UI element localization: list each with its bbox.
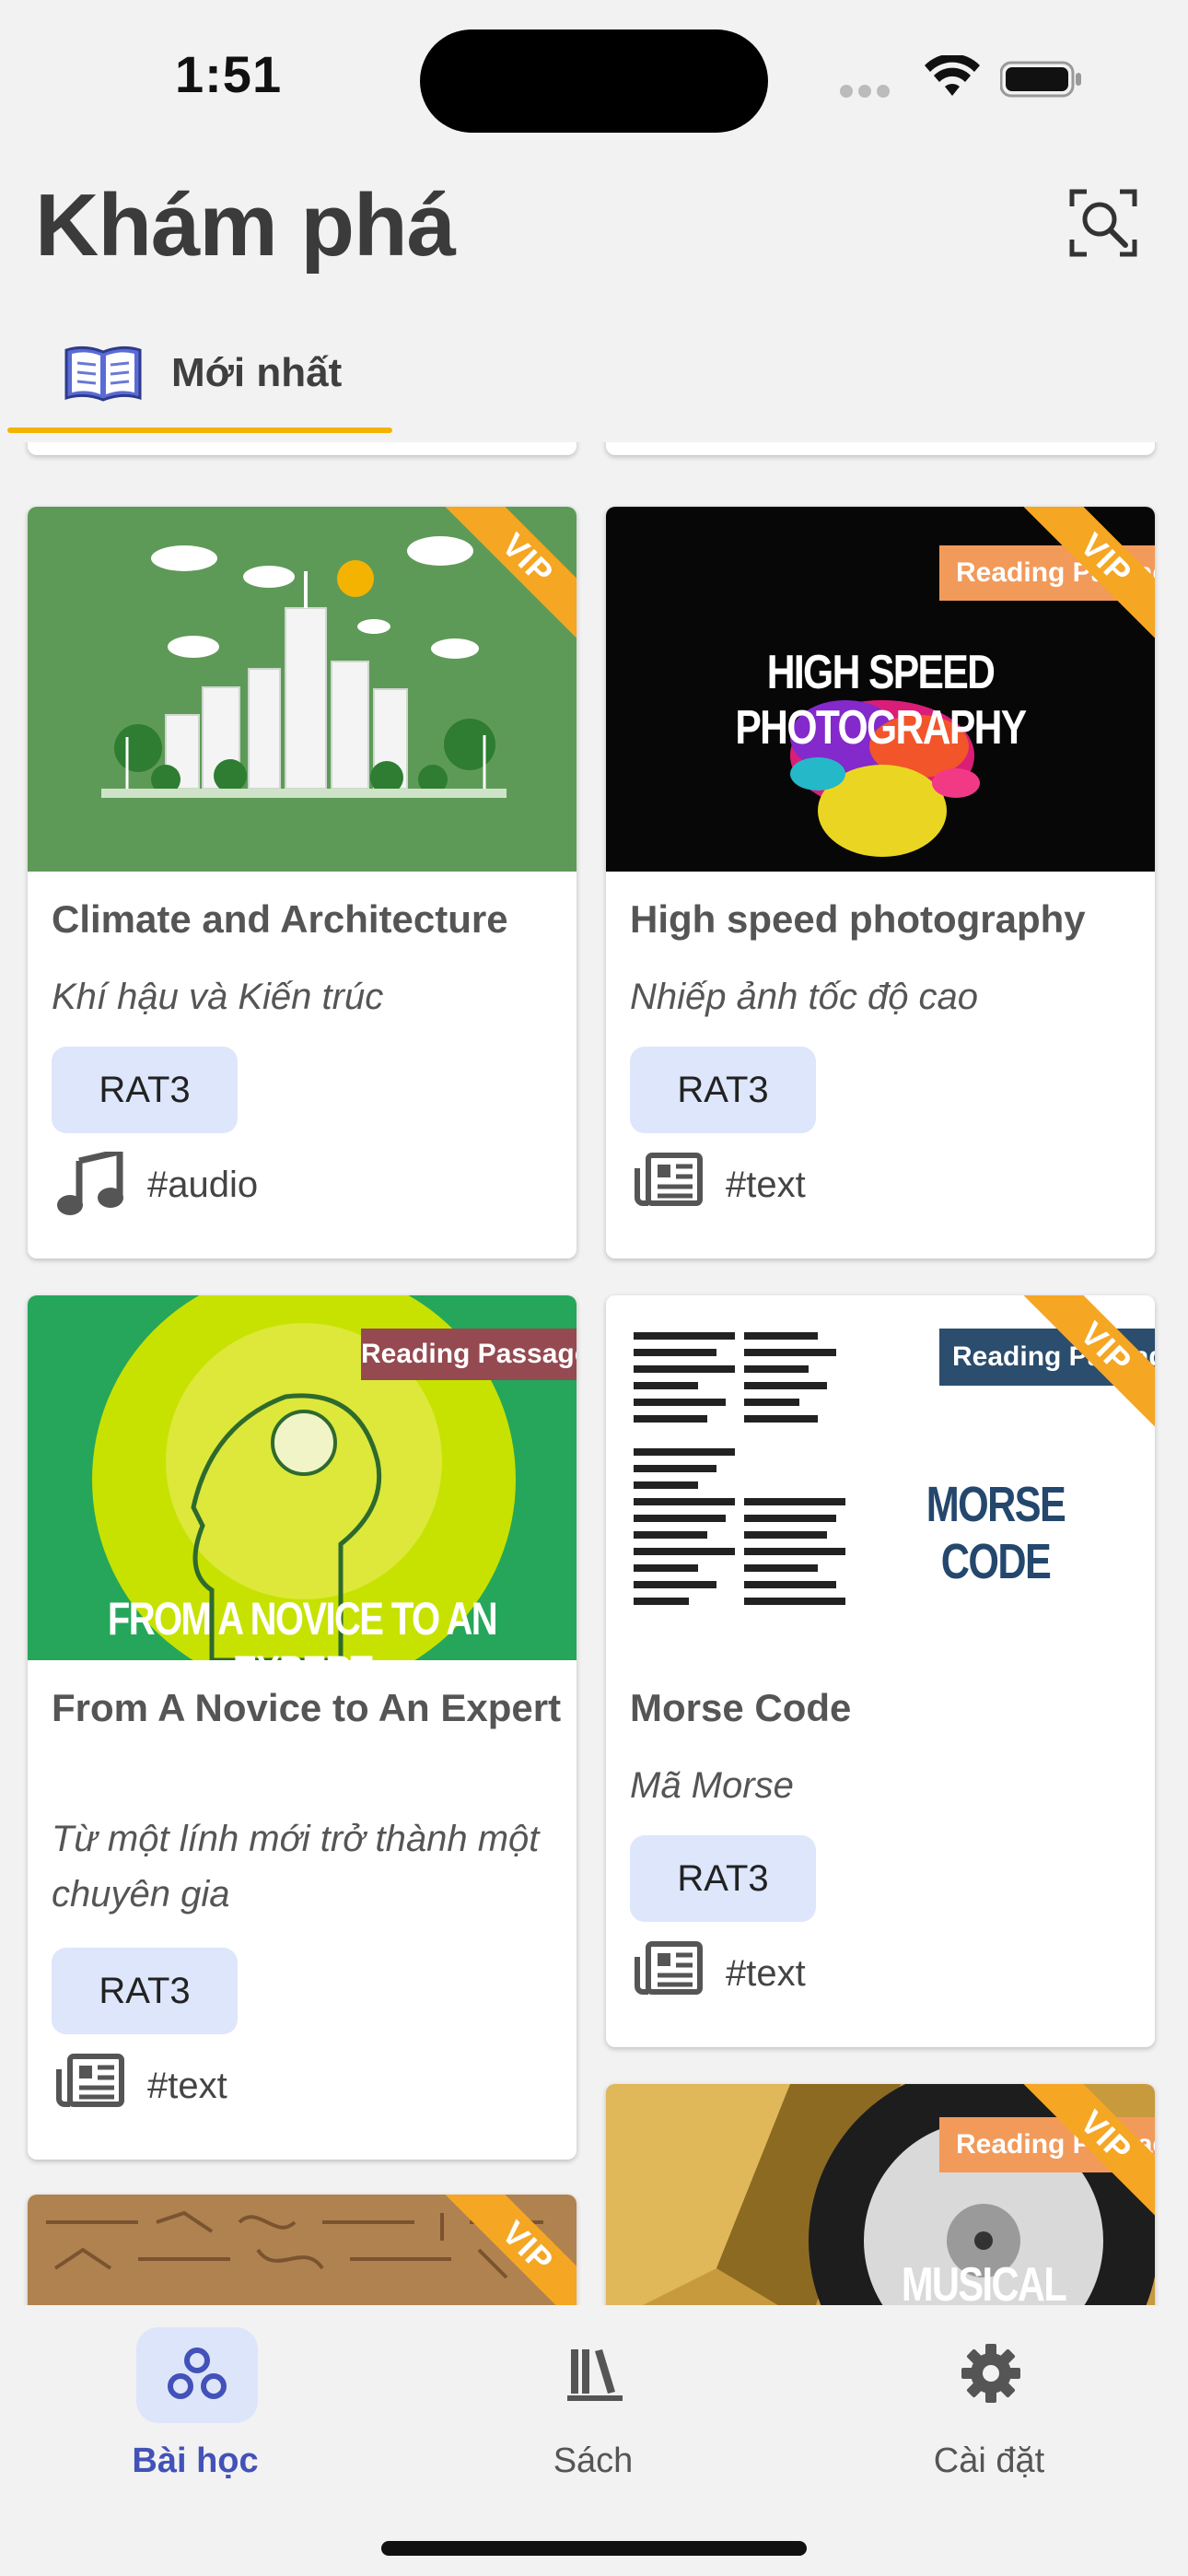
tab-active-indicator [7,427,392,433]
lesson-thumbnail: Reading Passag MORSE CODE VIP [606,1295,1155,1660]
lesson-type: #text [147,2066,227,2106]
level-badge: RAT3 [630,1835,816,1922]
nav-books[interactable]: Sách [455,2325,731,2491]
nav-label: Sách [553,2441,634,2480]
vip-ribbon: VIP [438,507,577,645]
lesson-subtitle: Nhiếp ảnh tốc độ cao [630,977,979,1017]
vip-ribbon: VIP [1017,1295,1155,1434]
newspaper-icon [635,1153,703,1206]
lesson-thumbnail: Reading Passag HIGH SPEED PHOTOGRAPHY VI… [606,507,1155,872]
thumbnail-heading: HIGH SPEED PHOTOGRAPHY [735,646,1027,755]
cellular-signal-icon [840,85,908,98]
page-title: Khám phá [35,176,456,275]
lesson-title: Morse Code [630,1686,852,1729]
bottom-navigation: Bài học Sách Cài đặt [0,2305,1188,2576]
lesson-thumbnail: VIP [28,2195,577,2305]
lesson-card[interactable]: Reading Passag MUSICAL VIP [606,2084,1155,2305]
wifi-icon [925,55,980,96]
nav-lessons[interactable]: Bài học [57,2325,333,2491]
lesson-subtitle: Khí hậu và Kiến trúc [52,977,384,1017]
lesson-card[interactable]: VIP Climate and Architecture Khí hậu và … [28,507,577,1259]
lesson-card[interactable]: Reading Passag HIGH SPEED PHOTOGRAPHY VI… [606,507,1155,1259]
tab-label: Mới nhất [171,350,343,395]
level-badge: RAT3 [630,1047,816,1133]
battery-icon [1000,61,1081,98]
thumbnail-heading: MUSICAL [901,2258,1067,2305]
lesson-card-partial[interactable] [606,442,1155,455]
vip-ribbon: VIP [1017,2084,1155,2222]
nav-label: Cài đặt [933,2441,1045,2480]
home-indicator [381,2541,807,2556]
vip-ribbon: VIP [1017,507,1155,645]
level-badge: RAT3 [52,1047,238,1133]
lesson-card[interactable]: Reading Passage 2 FROM A NOVICE TO AN EX… [28,1295,577,2160]
lesson-thumbnail: Reading Passage 2 FROM A NOVICE TO AN EX… [28,1295,577,1660]
lesson-type: #audio [147,1165,259,1205]
lesson-card[interactable]: VIP [28,2195,577,2305]
lessons-grid[interactable]: VIP Climate and Architecture Khí hậu và … [0,442,1188,2305]
lesson-title: From A Novice to An Expert [52,1686,562,1729]
lessons-icon [168,2348,227,2399]
lesson-type: #text [726,1165,806,1205]
lesson-thumbnail: VIP [28,507,577,872]
newspaper-icon [56,2054,124,2107]
passage-banner: Reading Passage 2 [361,1329,577,1380]
search-scan-icon[interactable] [1068,188,1138,258]
status-time: 1:51 [175,45,283,103]
music-note-icon [57,1152,123,1215]
lesson-title: High speed photography [630,897,1086,941]
books-icon [567,2349,623,2401]
gear-icon [961,2344,1020,2403]
lesson-subtitle: Mã Morse [630,1765,794,1806]
lesson-card-partial[interactable] [28,442,577,455]
tab-newest[interactable]: Mới nhất [7,332,392,433]
lesson-card[interactable]: Reading Passag MORSE CODE VIP Morse Code… [606,1295,1155,2047]
lesson-type: #text [726,1953,806,1994]
lesson-subtitle: Từ một lính mới trở thành một chuyên gia [52,1819,540,1914]
lesson-title: Climate and Architecture [52,897,508,941]
nav-settings[interactable]: Cài đặt [851,2325,1127,2491]
book-icon [64,345,142,402]
nav-label: Bài học [132,2441,259,2480]
dynamic-island [420,29,768,133]
thumbnail-heading: MORSE CODE [926,1477,1066,1589]
thumbnail-heading: FROM A NOVICE TO AN EXPERT [107,1593,498,1660]
vip-ribbon: VIP [438,2195,577,2305]
lesson-thumbnail: Reading Passag MUSICAL VIP [606,2084,1155,2305]
newspaper-icon [635,1941,703,1995]
level-badge: RAT3 [52,1948,238,2034]
